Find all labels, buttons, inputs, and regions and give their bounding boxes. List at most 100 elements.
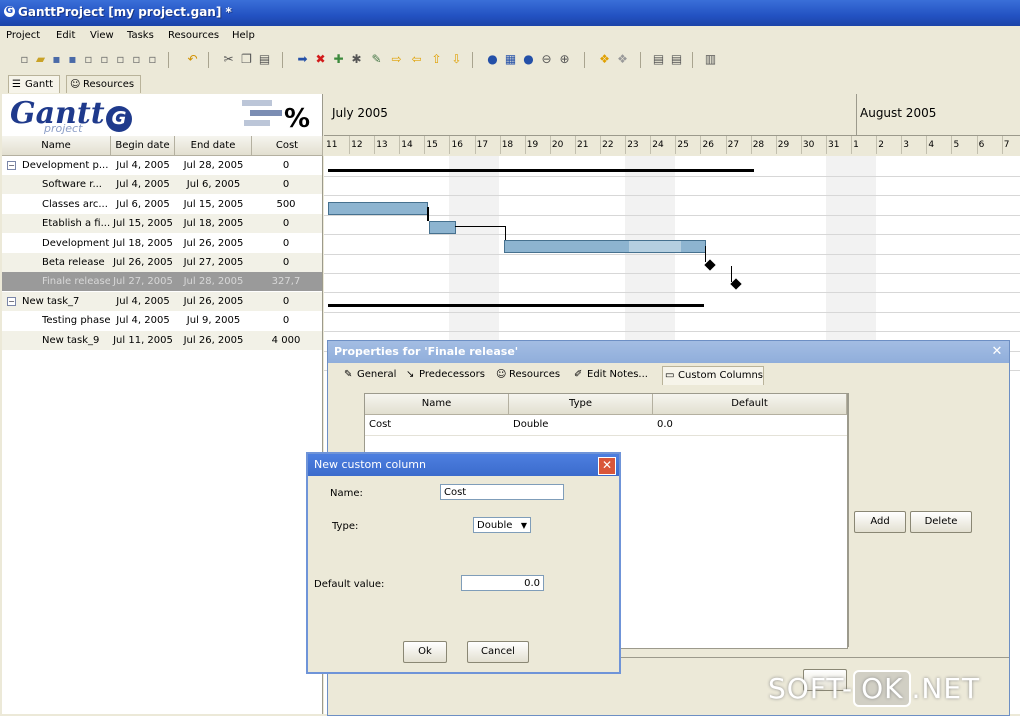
table-row[interactable]: Development Jul 18, 2005 Jul 26, 2005 0 — [2, 234, 322, 253]
new-task-icon[interactable]: ✚ — [332, 53, 345, 66]
center-icon[interactable]: ● — [522, 53, 535, 66]
tab-resources-dialog[interactable]: ☺ Resources — [494, 366, 560, 384]
column-header-type[interactable]: Type — [509, 394, 653, 415]
import-icon[interactable]: ▫ — [130, 53, 143, 66]
cancel-button[interactable]: Cancel — [467, 641, 529, 663]
open-icon[interactable]: ▰ — [34, 53, 47, 66]
menu-help[interactable]: Help — [232, 30, 255, 41]
tab-custom-columns[interactable]: ▭ Custom Columns — [662, 366, 764, 385]
arrow-right-icon[interactable]: ⇨ — [390, 53, 403, 66]
toolbar-separator — [692, 52, 693, 68]
day-cell: 12 — [349, 136, 376, 154]
tab-predecessors[interactable]: ↘ Predecessors — [404, 366, 485, 384]
close-icon[interactable]: ✕ — [989, 344, 1005, 360]
paste-icon[interactable]: ▤ — [258, 53, 271, 66]
column-header-name[interactable]: Name — [365, 394, 509, 415]
zoom-plus-icon[interactable]: ⊕ — [558, 53, 571, 66]
task-table-header: Name Begin date End date Cost — [2, 136, 323, 156]
tab-general[interactable]: ✎ General — [342, 366, 396, 384]
send-icon[interactable]: ▫ — [146, 53, 159, 66]
arrow-left-icon[interactable]: ⇦ — [410, 53, 423, 66]
new-icon[interactable]: ▫ — [18, 53, 31, 66]
cell-begin-date: Jul 11, 2005 — [113, 334, 173, 346]
arrow-up-icon[interactable]: ⇧ — [430, 53, 443, 66]
type-label: Type: — [332, 521, 359, 532]
collapse-icon[interactable]: − — [7, 296, 16, 306]
cell-name: Beta release — [42, 257, 105, 268]
grid-icon[interactable]: ▦ — [504, 53, 517, 66]
toolbar-separator — [472, 52, 473, 68]
name-field[interactable]: Cost — [440, 484, 564, 500]
settings-icon[interactable]: ▥ — [704, 53, 717, 66]
indent-icon[interactable]: ➡ — [296, 53, 309, 66]
baseline-icon[interactable]: ❖ — [616, 53, 629, 66]
column-header-name[interactable]: Name — [2, 136, 111, 156]
column-header-begin-date[interactable]: Begin date — [111, 136, 175, 156]
day-cell: 14 — [399, 136, 426, 154]
day-cell: 3 — [901, 136, 928, 154]
table-row[interactable]: Beta release Jul 26, 2005 Jul 27, 2005 0 — [2, 253, 322, 272]
tab-edit-notes[interactable]: ✐ Edit Notes... — [572, 366, 648, 384]
tab-resources[interactable]: ☺ Resources — [66, 75, 142, 93]
critical-path-icon[interactable]: ❖ — [598, 53, 611, 66]
table-row[interactable]: Software r... Jul 4, 2005 Jul 6, 2005 0 — [2, 175, 322, 195]
menu-resources[interactable]: Resources — [168, 30, 219, 41]
table-row[interactable]: Testing phase Jul 4, 2005 Jul 9, 2005 0 — [2, 311, 322, 330]
cell-cost: 0 — [282, 218, 290, 230]
type-select[interactable]: Double ▼ — [473, 517, 531, 533]
add-button[interactable]: Add — [854, 511, 906, 533]
properties-icon[interactable]: ✱ — [350, 53, 363, 66]
tab-gantt[interactable]: ☰ Gantt — [8, 75, 61, 93]
export-icon[interactable]: ▫ — [114, 53, 127, 66]
column-header-cost[interactable]: Cost — [252, 136, 323, 156]
table-row[interactable]: Finale release Jul 27, 2005 Jul 28, 2005 32… — [2, 272, 322, 292]
day-cell: 18 — [500, 136, 526, 154]
table-row[interactable]: − New task_7 Jul 4, 2005 Jul 26, 2005 0 — [2, 291, 322, 311]
table-row[interactable]: Classes arc... Jul 6, 2005 Jul 15, 2005 500 — [2, 195, 322, 214]
column-header-end-date[interactable]: End date — [175, 136, 252, 156]
grid-line — [324, 234, 1020, 236]
table-row[interactable]: − Development p... Jul 4, 2005 Jul 28, 2005… — [2, 156, 322, 175]
close-icon[interactable]: ✕ — [598, 457, 616, 475]
day-cell: 2 — [876, 136, 903, 154]
menu-project[interactable]: Project — [6, 30, 40, 41]
cell-default: 0.0 — [657, 419, 673, 430]
column-header-default[interactable]: Default — [653, 394, 847, 415]
resources-icon: ☺ — [496, 369, 507, 380]
save-as-icon[interactable]: ▪ — [66, 53, 79, 66]
delete-task-icon[interactable]: ✖ — [314, 53, 327, 66]
print-preview-icon[interactable]: ▫ — [82, 53, 95, 66]
arrow-down-icon[interactable]: ⇩ — [450, 53, 463, 66]
ok-button[interactable]: Ok — [403, 641, 447, 663]
delete-button[interactable]: Delete — [910, 511, 972, 533]
cell-cost: 4 000 — [271, 334, 301, 346]
copy-icon[interactable]: ❐ — [240, 53, 253, 66]
menu-view[interactable]: View — [90, 30, 114, 41]
cell-begin-date: Jul 15, 2005 — [113, 218, 173, 230]
link-icon[interactable]: ✎ — [370, 53, 383, 66]
zoom-out-icon[interactable]: ● — [486, 53, 499, 66]
task-tree-panel: Gantt project G % Name Begin date End da… — [2, 94, 323, 714]
print-icon[interactable]: ▫ — [98, 53, 111, 66]
table-row[interactable]: New task_9 Jul 11, 2005 Jul 26, 2005 4 000 — [2, 330, 322, 350]
day-cell: 7 — [1002, 136, 1020, 154]
table-row[interactable]: Etablish a fi... Jul 15, 2005 Jul 18, 2005… — [2, 214, 322, 234]
chart-icon[interactable]: ▤ — [670, 53, 683, 66]
cut-icon[interactable]: ✂ — [222, 53, 235, 66]
zoom-minus-icon[interactable]: ⊖ — [540, 53, 553, 66]
report-icon[interactable]: ▤ — [652, 53, 665, 66]
menu-edit[interactable]: Edit — [56, 30, 75, 41]
dependency-arrow — [505, 226, 506, 240]
watermark: SOFT- OK .NET — [768, 670, 981, 707]
collapse-icon[interactable]: − — [7, 161, 16, 170]
save-icon[interactable]: ▪ — [50, 53, 63, 66]
gantt-icon: ☰ — [12, 79, 21, 90]
general-icon: ✎ — [344, 369, 353, 380]
menu-tasks[interactable]: Tasks — [127, 30, 154, 41]
day-cell: 31 — [826, 136, 852, 154]
table-row[interactable]: Cost Double 0.0 — [365, 415, 847, 436]
day-cell: 1 — [851, 136, 878, 154]
default-value-field[interactable]: 0.0 — [461, 575, 544, 591]
undo-icon[interactable]: ↶ — [186, 53, 199, 66]
summary-bar — [328, 169, 754, 172]
